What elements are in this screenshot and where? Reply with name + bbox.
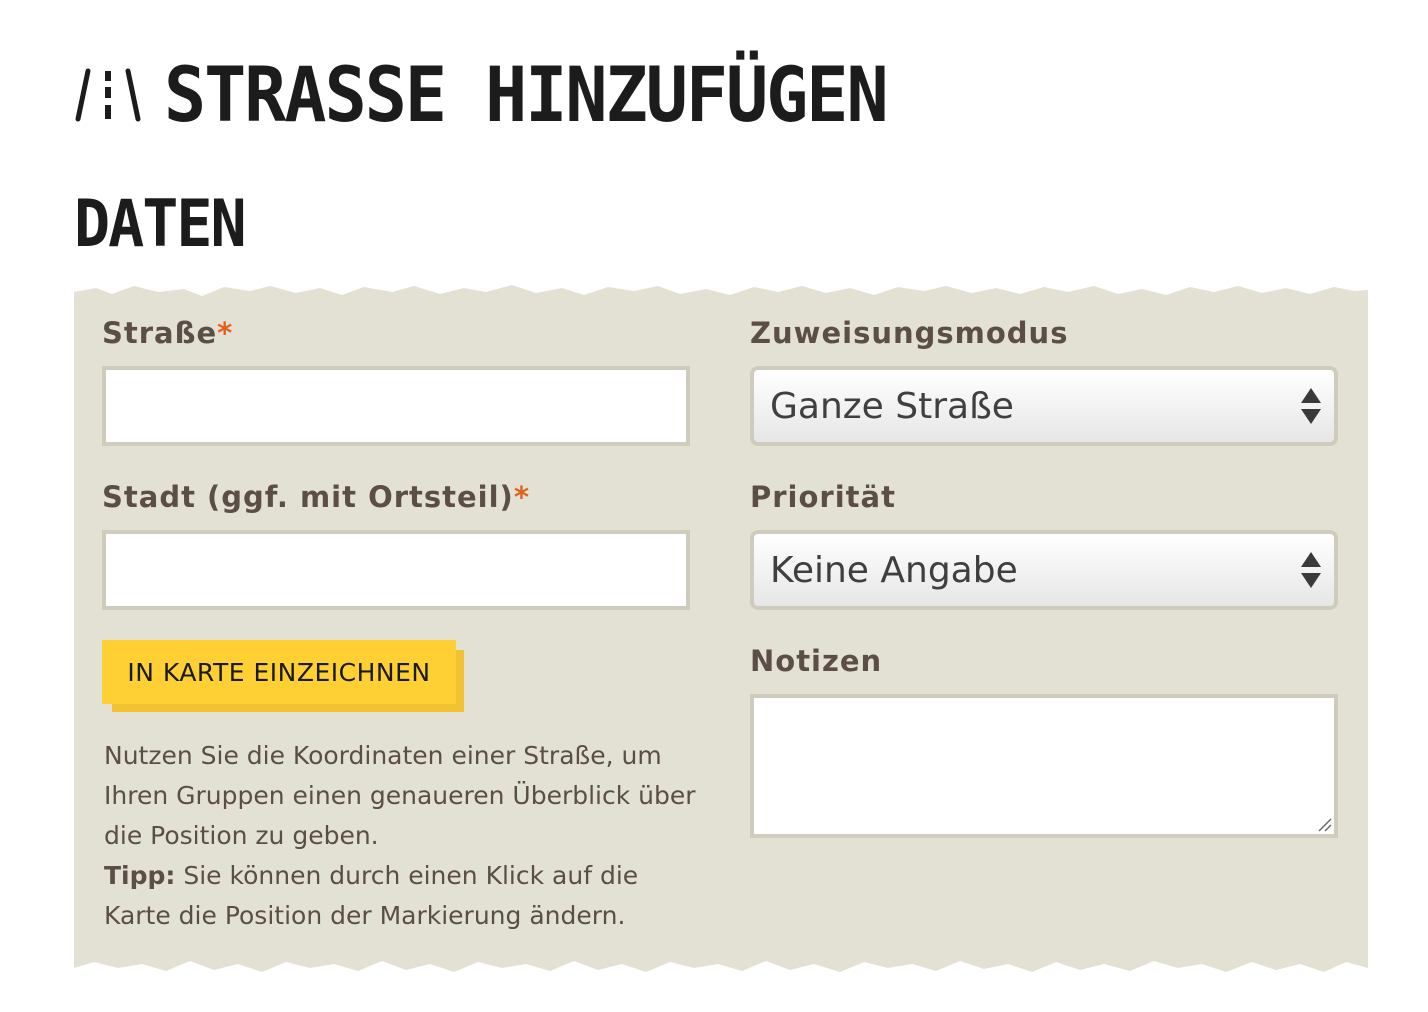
street-label-text: Straße: [102, 316, 218, 350]
select-arrows-icon: [1301, 552, 1321, 588]
page-title-text: STRASSE HINZUFÜGEN: [164, 50, 889, 140]
page-title: STRASSE HINZUFÜGEN: [74, 50, 889, 140]
street-required-mark: *: [217, 316, 234, 350]
notes-textarea[interactable]: [750, 694, 1338, 838]
help-tip: Tipp: Sie können durch einen Klick auf d…: [104, 856, 704, 936]
priority-value: Keine Angabe: [770, 549, 1018, 591]
priority-label: Priorität: [750, 480, 896, 514]
city-label-text: Stadt (ggf. mit Ortsteil): [102, 480, 514, 514]
assignment-mode-value: Ganze Straße: [770, 385, 1014, 427]
city-label: Stadt (ggf. mit Ortsteil)*: [102, 480, 530, 514]
tip-label: Tipp:: [104, 861, 176, 890]
section-title: DATEN: [74, 186, 247, 263]
draw-button-label: IN KARTE EINZEICHNEN: [102, 640, 456, 704]
street-label: Straße*: [102, 316, 233, 350]
street-input[interactable]: [102, 366, 690, 446]
priority-select[interactable]: Keine Angabe: [750, 530, 1338, 610]
tip-text: Sie können durch einen Klick auf die Kar…: [104, 861, 639, 930]
help-text: Nutzen Sie die Koordinaten einer Straße,…: [104, 736, 704, 936]
road-icon: [75, 68, 141, 122]
draw-on-map-button[interactable]: IN KARTE EINZEICHNEN: [102, 640, 464, 712]
notes-label: Notizen: [750, 644, 883, 678]
city-input[interactable]: [102, 530, 690, 610]
city-required-mark: *: [513, 480, 530, 514]
form-panel: Straße* Stadt (ggf. mit Ortsteil)* IN KA…: [74, 278, 1368, 980]
select-arrows-icon: [1301, 388, 1321, 424]
assignment-mode-select[interactable]: Ganze Straße: [750, 366, 1338, 446]
assignment-mode-label: Zuweisungsmodus: [750, 316, 1069, 350]
resize-grip-icon[interactable]: [1316, 816, 1332, 832]
help-description: Nutzen Sie die Koordinaten einer Straße,…: [104, 741, 696, 850]
